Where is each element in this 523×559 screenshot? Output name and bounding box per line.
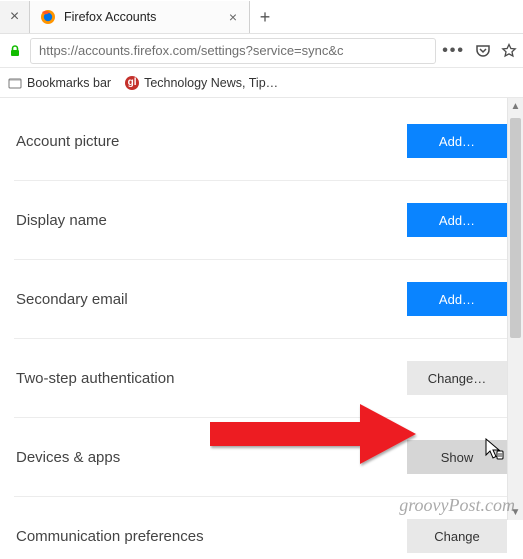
vertical-scrollbar[interactable]: ▲ ▼ <box>507 98 523 520</box>
change-communication-preferences-button[interactable]: Change <box>407 519 507 553</box>
folder-icon <box>8 76 22 90</box>
address-text: https://accounts.firefox.com/settings?se… <box>39 43 344 58</box>
tab-strip: × Firefox Accounts × + <box>0 0 523 34</box>
setting-label: Two-step authentication <box>16 370 174 387</box>
setting-label: Account picture <box>16 133 119 150</box>
bookmark-label: Bookmarks bar <box>27 76 111 90</box>
bookmark-star-icon[interactable] <box>501 43 517 59</box>
groovypost-favicon-icon: gl <box>125 76 139 90</box>
tab-close-icon[interactable]: × <box>227 8 239 26</box>
setting-label: Display name <box>16 212 107 229</box>
add-display-name-button[interactable]: Add… <box>407 203 507 237</box>
setting-row-account-picture: Account picture Add… <box>14 106 509 181</box>
page-actions: ••• <box>442 42 517 60</box>
scroll-down-icon[interactable]: ▼ <box>508 504 523 520</box>
setting-label: Secondary email <box>16 291 128 308</box>
pocket-icon[interactable] <box>475 43 491 59</box>
lock-icon[interactable] <box>6 44 24 58</box>
setting-row-two-step-auth: Two-step authentication Change… <box>14 339 509 418</box>
add-account-picture-button[interactable]: Add… <box>407 124 507 158</box>
show-devices-apps-button[interactable]: Show <box>407 440 507 474</box>
new-tab-button[interactable]: + <box>250 1 280 33</box>
tab-title: Firefox Accounts <box>64 10 219 24</box>
settings-list: Account picture Add… Display name Add… S… <box>14 106 509 559</box>
add-secondary-email-button[interactable]: Add… <box>407 282 507 316</box>
bookmark-technology-news[interactable]: gl Technology News, Tip… <box>125 76 278 90</box>
tab-firefox-accounts[interactable]: Firefox Accounts × <box>30 1 250 33</box>
bookmark-folder-bookmarks-bar[interactable]: Bookmarks bar <box>8 76 111 90</box>
bookmarks-toolbar: Bookmarks bar gl Technology News, Tip… <box>0 68 523 98</box>
url-bar: https://accounts.firefox.com/settings?se… <box>0 34 523 68</box>
setting-row-communication-preferences: Communication preferences Change <box>14 497 509 559</box>
firefox-favicon-icon <box>40 9 56 25</box>
change-two-step-auth-button[interactable]: Change… <box>407 361 507 395</box>
setting-row-display-name: Display name Add… <box>14 181 509 260</box>
setting-row-secondary-email: Secondary email Add… <box>14 260 509 339</box>
setting-label: Devices & apps <box>16 449 120 466</box>
bookmark-label: Technology News, Tip… <box>144 76 278 90</box>
previous-tab-close-icon[interactable]: × <box>0 1 30 33</box>
scroll-up-icon[interactable]: ▲ <box>508 98 523 114</box>
scrollbar-thumb[interactable] <box>510 118 521 338</box>
address-input[interactable]: https://accounts.firefox.com/settings?se… <box>30 38 436 64</box>
page-action-menu-icon[interactable]: ••• <box>442 42 465 60</box>
settings-page: Account picture Add… Display name Add… S… <box>0 98 523 559</box>
setting-row-devices-apps: Devices & apps Show <box>14 418 509 497</box>
setting-label: Communication preferences <box>16 528 204 545</box>
